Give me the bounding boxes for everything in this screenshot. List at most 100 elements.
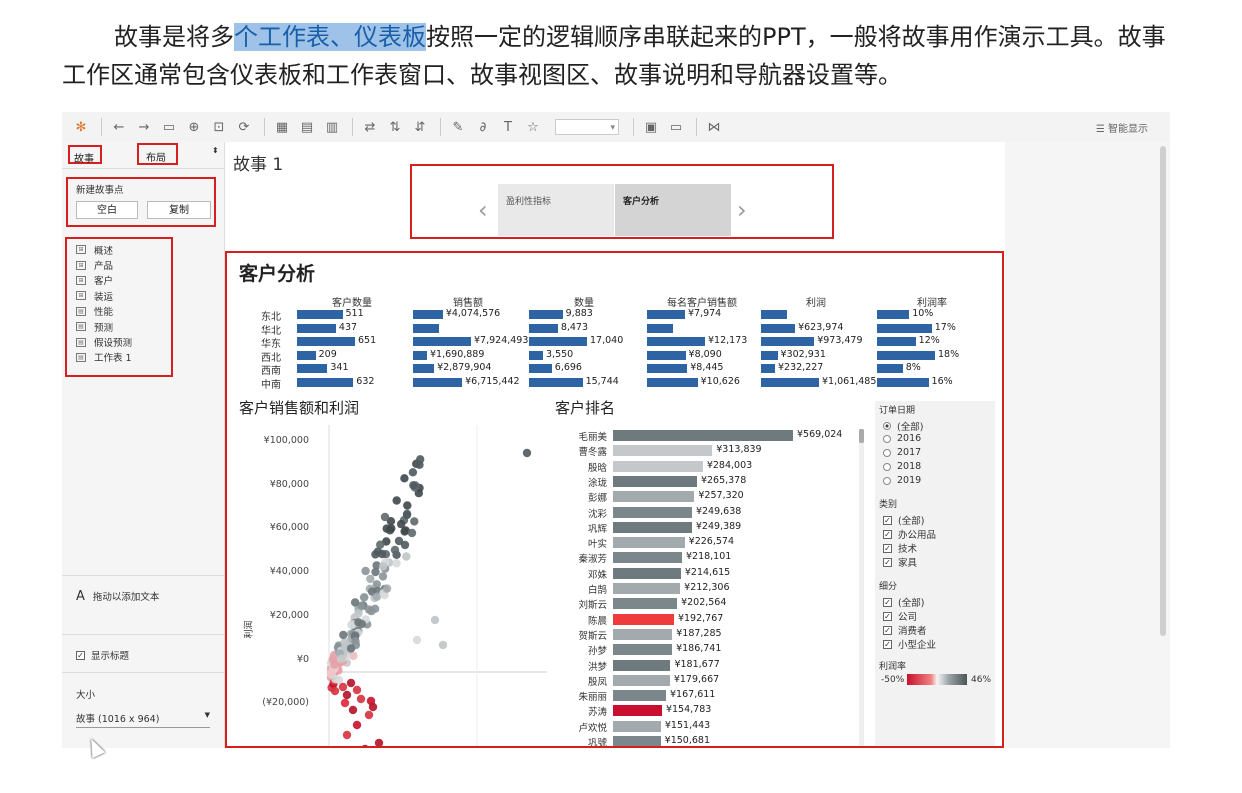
back-icon[interactable]: ← — [108, 116, 130, 138]
scatter-point[interactable] — [400, 540, 410, 550]
text-icon[interactable]: T — [497, 116, 519, 138]
sort-asc-icon[interactable]: ⇅ — [384, 116, 406, 138]
scatter-point[interactable] — [392, 559, 401, 568]
sheet-item-shipping[interactable]: ⊞ 装运 — [76, 288, 132, 303]
ranking-bar[interactable] — [613, 552, 682, 564]
scatter-point[interactable] — [346, 644, 356, 653]
sheet-item-performance[interactable]: ▤ 性能 — [76, 304, 132, 319]
ranking-bar[interactable] — [613, 705, 662, 717]
sheet-item-forecast[interactable]: ▤ 预测 — [76, 319, 132, 334]
scatter-point[interactable] — [385, 526, 395, 535]
ranking-bar[interactable] — [613, 567, 681, 579]
ranking-bar[interactable] — [613, 690, 667, 702]
story-point-profit[interactable]: 盈利性指标 — [498, 184, 614, 236]
scatter-point[interactable] — [407, 528, 417, 538]
ranking-bar[interactable] — [613, 537, 685, 549]
fit-select[interactable]: ▾ — [555, 119, 619, 135]
ranking-bar[interactable] — [613, 644, 673, 656]
new-sheet-icon[interactable]: ▦ — [271, 116, 293, 138]
scatter-point[interactable] — [374, 738, 384, 747]
scatter-point[interactable] — [392, 496, 401, 505]
scatter-point[interactable] — [409, 481, 418, 490]
summary-bar[interactable] — [761, 364, 775, 374]
scatter-point[interactable] — [329, 654, 338, 664]
sheet-item-overview[interactable]: ⊞ 概述 — [76, 242, 132, 257]
filter-radio-option[interactable]: 2016 — [883, 433, 921, 444]
summary-bar[interactable] — [413, 378, 463, 387]
sheet-item-customer[interactable]: ⊞ 客户 — [76, 273, 132, 288]
presentation-icon[interactable]: ▭ — [665, 116, 687, 138]
story-point-customer[interactable]: 客户分析 — [615, 184, 731, 236]
next-arrow-icon[interactable]: › — [737, 196, 747, 224]
ranking-bar[interactable] — [613, 460, 703, 472]
new-datasource-icon[interactable]: ⊕ — [183, 116, 205, 138]
clear-icon[interactable]: ▥ — [321, 116, 343, 138]
scatter-point[interactable] — [438, 640, 448, 650]
summary-bar[interactable] — [877, 310, 910, 319]
summary-bar[interactable] — [877, 364, 903, 374]
scatter-point[interactable] — [352, 720, 362, 730]
summary-bar[interactable] — [647, 378, 698, 387]
filter-radio-option[interactable]: 2018 — [883, 461, 921, 472]
scatter-point[interactable] — [416, 455, 425, 464]
scatter-point[interactable] — [340, 698, 350, 708]
summary-bar[interactable] — [413, 323, 440, 333]
filter-checkbox-option[interactable]: ✓ 办公用品 — [883, 527, 936, 541]
prev-arrow-icon[interactable]: ‹ — [478, 196, 488, 224]
show-title-checkbox[interactable]: ✓ 显示标题 — [76, 648, 129, 662]
ranking-bar[interactable] — [613, 506, 692, 518]
filter-checkbox-option[interactable]: ✓ (全部) — [883, 513, 924, 527]
scatter-point[interactable] — [351, 637, 360, 646]
scatter-point[interactable] — [354, 609, 363, 618]
scatter-point[interactable] — [400, 527, 409, 536]
refresh-icon[interactable]: ⟳ — [233, 116, 255, 138]
duplicate-icon[interactable]: ▤ — [296, 116, 318, 138]
ranking-bar[interactable] — [613, 720, 661, 732]
scatter-point[interactable] — [410, 517, 419, 526]
summary-bar[interactable] — [647, 310, 685, 319]
ranking-bar[interactable] — [613, 445, 713, 457]
size-select[interactable]: 故事 (1016 x 964) ▼ — [76, 711, 210, 728]
filter-checkbox-option[interactable]: ✓ 家具 — [883, 555, 917, 569]
ranking-bar[interactable] — [613, 674, 670, 686]
pin-icon[interactable]: ☆ — [522, 116, 544, 138]
filter-radio-option[interactable]: 2019 — [883, 475, 921, 486]
filter-checkbox-option[interactable]: ✓ (全部) — [883, 595, 924, 609]
swap-icon[interactable]: ⇄ — [359, 116, 381, 138]
save-icon[interactable]: ▭ — [158, 116, 180, 138]
scatter-point[interactable] — [367, 606, 376, 616]
summary-bar[interactable] — [761, 323, 796, 333]
summary-bar[interactable] — [297, 378, 354, 387]
blank-button[interactable]: 空白 — [76, 201, 138, 219]
scatter-point[interactable] — [350, 598, 360, 607]
story-title[interactable]: 故事 1 — [233, 150, 283, 175]
ranking-bar[interactable] — [613, 583, 681, 594]
sheet-item-whatif[interactable]: ▤ 假设预测 — [76, 334, 132, 349]
summary-bar[interactable] — [877, 350, 935, 360]
summary-bar[interactable] — [297, 364, 328, 374]
show-cards-icon[interactable]: ▣ — [640, 116, 662, 138]
scatter-point[interactable] — [380, 512, 390, 522]
ranking-bar[interactable] — [613, 736, 661, 746]
scatter-point[interactable] — [366, 574, 375, 584]
copy-button[interactable]: 复制 — [147, 201, 211, 219]
summary-bar[interactable] — [413, 310, 443, 319]
tableau-logo-icon[interactable]: ✻ — [70, 116, 92, 138]
summary-bar[interactable] — [529, 350, 543, 360]
ranking-bar[interactable] — [613, 613, 674, 625]
scatter-point[interactable] — [412, 635, 422, 645]
filter-checkbox-option[interactable]: ✓ 小型企业 — [883, 637, 936, 651]
summary-bar[interactable] — [413, 337, 471, 347]
scatter-point[interactable] — [326, 668, 336, 677]
ranking-bar[interactable] — [613, 491, 695, 503]
scroll-thumb[interactable] — [859, 429, 864, 443]
filter-checkbox-option[interactable]: ✓ 技术 — [883, 541, 917, 555]
scatter-point[interactable] — [339, 630, 348, 640]
scatter-point[interactable] — [376, 540, 385, 549]
highlight-icon[interactable]: ✎ — [447, 116, 469, 138]
scatter-point[interactable] — [378, 572, 388, 581]
scatter-point[interactable] — [346, 678, 356, 688]
ranking-scrollbar[interactable] — [859, 429, 864, 746]
scatter-point[interactable] — [338, 682, 348, 692]
scatter-point[interactable] — [342, 690, 352, 700]
